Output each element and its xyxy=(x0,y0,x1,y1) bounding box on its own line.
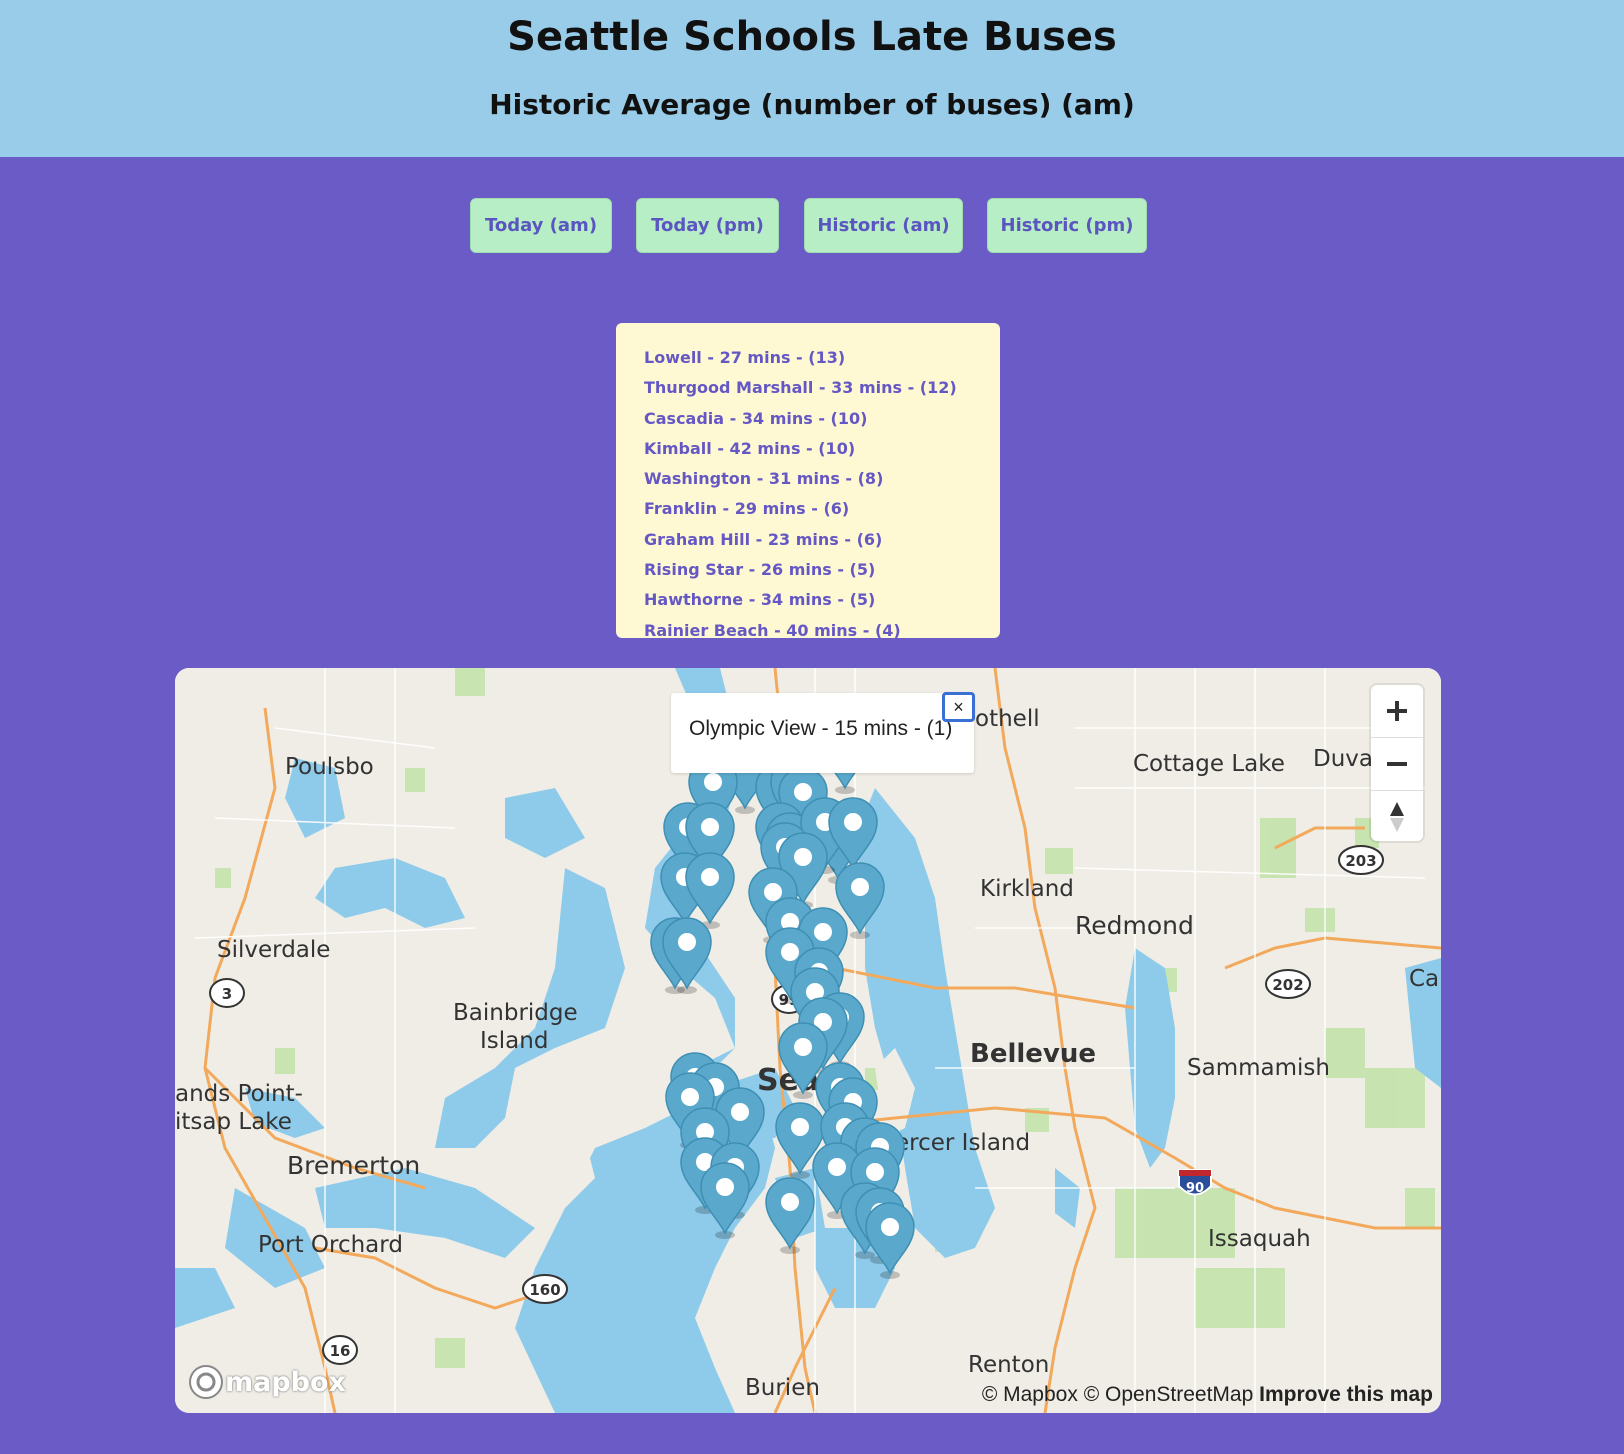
compass-icon xyxy=(1390,802,1404,832)
label-silverdale: Silverdale xyxy=(217,937,330,963)
svg-text:203: 203 xyxy=(1345,852,1376,870)
school-list-item[interactable]: Rainier Beach - 40 mins - (4) xyxy=(644,616,1000,638)
map-controls xyxy=(1371,685,1423,841)
school-popup: Olympic View - 15 mins - (1) xyxy=(671,693,974,773)
label-issaquah: Issaquah xyxy=(1208,1226,1311,1252)
zoom-out-button[interactable] xyxy=(1371,738,1423,791)
label-carnation: Car xyxy=(1409,966,1441,992)
label-bainbridge-2: Island xyxy=(480,1028,548,1054)
page-subtitle: Historic Average (number of buses) (am) xyxy=(489,88,1135,121)
label-kitsap-lake: itsap Lake xyxy=(175,1109,292,1135)
school-list-item[interactable]: Washington - 31 mins - (8) xyxy=(644,464,1000,494)
label-sammamish: Sammamish xyxy=(1187,1055,1330,1081)
plus-icon xyxy=(1387,701,1407,721)
school-list-item[interactable]: Graham Hill - 23 mins - (6) xyxy=(644,525,1000,555)
mapbox-logo-icon xyxy=(189,1365,223,1399)
label-bainbridge-1: Bainbridge xyxy=(453,1000,578,1026)
map-container[interactable]: Poulsbo Silverdale Bainbridge Island and… xyxy=(175,668,1441,1413)
label-redmond: Redmond xyxy=(1075,911,1194,940)
svg-text:202: 202 xyxy=(1272,976,1303,994)
route-shield-203: 203 xyxy=(1338,845,1384,875)
map-attribution: © Mapbox © OpenStreetMap Improve this ma… xyxy=(982,1383,1433,1407)
historic-pm-button[interactable]: Historic (pm) xyxy=(987,198,1147,253)
mapbox-logo[interactable]: mapbox xyxy=(187,1363,346,1401)
map-base-layer[interactable]: Poulsbo Silverdale Bainbridge Island and… xyxy=(175,668,1441,1413)
label-port-orchard: Port Orchard xyxy=(258,1232,403,1258)
today-am-button[interactable]: Today (am) xyxy=(470,198,612,253)
minus-icon xyxy=(1387,762,1407,766)
mapbox-logo-text: mapbox xyxy=(225,1366,346,1398)
school-list-item[interactable]: Kimball - 42 mins - (10) xyxy=(644,434,1000,464)
route-shield-3: 3 xyxy=(209,978,245,1008)
page-title: Seattle Schools Late Buses xyxy=(507,14,1117,60)
improve-map-link[interactable]: Improve this map xyxy=(1259,1383,1433,1406)
school-list-panel: Lowell - 27 mins - (13) Thurgood Marshal… xyxy=(616,323,1000,638)
svg-text:3: 3 xyxy=(222,985,232,1003)
route-shield-16: 16 xyxy=(322,1335,358,1365)
label-duvall: Duval xyxy=(1313,746,1379,772)
school-list-item[interactable]: Thurgood Marshall - 33 mins - (12) xyxy=(644,373,1000,403)
page-header: Seattle Schools Late Buses Historic Aver… xyxy=(0,0,1624,157)
today-pm-button[interactable]: Today (pm) xyxy=(636,198,779,253)
route-shield-202: 202 xyxy=(1265,969,1311,999)
compass-button[interactable] xyxy=(1371,791,1423,843)
school-list-item[interactable]: Rising Star - 26 mins - (5) xyxy=(644,555,1000,585)
label-mercer-island: ercer Island xyxy=(895,1130,1030,1156)
school-list-item[interactable]: Lowell - 27 mins - (13) xyxy=(644,343,1000,373)
zoom-in-button[interactable] xyxy=(1371,685,1423,738)
popup-close-button[interactable]: × xyxy=(942,692,975,722)
svg-text:160: 160 xyxy=(529,1281,560,1299)
label-lands-point: ands Point- xyxy=(175,1081,303,1107)
svg-text:16: 16 xyxy=(330,1342,351,1360)
route-shield-160: 160 xyxy=(522,1274,568,1304)
label-bremerton: Bremerton xyxy=(287,1151,420,1180)
attribution-mapbox-link[interactable]: © Mapbox xyxy=(982,1383,1078,1406)
label-kirkland: Kirkland xyxy=(980,876,1074,902)
label-bothell: othell xyxy=(975,706,1040,732)
label-cottage-lake: Cottage Lake xyxy=(1133,751,1285,777)
school-list: Lowell - 27 mins - (13) Thurgood Marshal… xyxy=(616,323,1000,638)
label-bellevue: Bellevue xyxy=(970,1039,1096,1069)
label-burien: Burien xyxy=(745,1375,820,1401)
popup-text: Olympic View - 15 mins - (1) xyxy=(689,717,953,740)
historic-am-button[interactable]: Historic (am) xyxy=(804,198,963,253)
attribution-osm-link[interactable]: © OpenStreetMap xyxy=(1084,1383,1254,1406)
label-poulsbo: Poulsbo xyxy=(285,754,374,780)
svg-text:90: 90 xyxy=(1186,1181,1204,1196)
school-list-item[interactable]: Hawthorne - 34 mins - (5) xyxy=(644,585,1000,615)
school-list-item[interactable]: Cascadia - 34 mins - (10) xyxy=(644,404,1000,434)
label-renton: Renton xyxy=(968,1352,1049,1378)
school-list-item[interactable]: Franklin - 29 mins - (6) xyxy=(644,494,1000,524)
